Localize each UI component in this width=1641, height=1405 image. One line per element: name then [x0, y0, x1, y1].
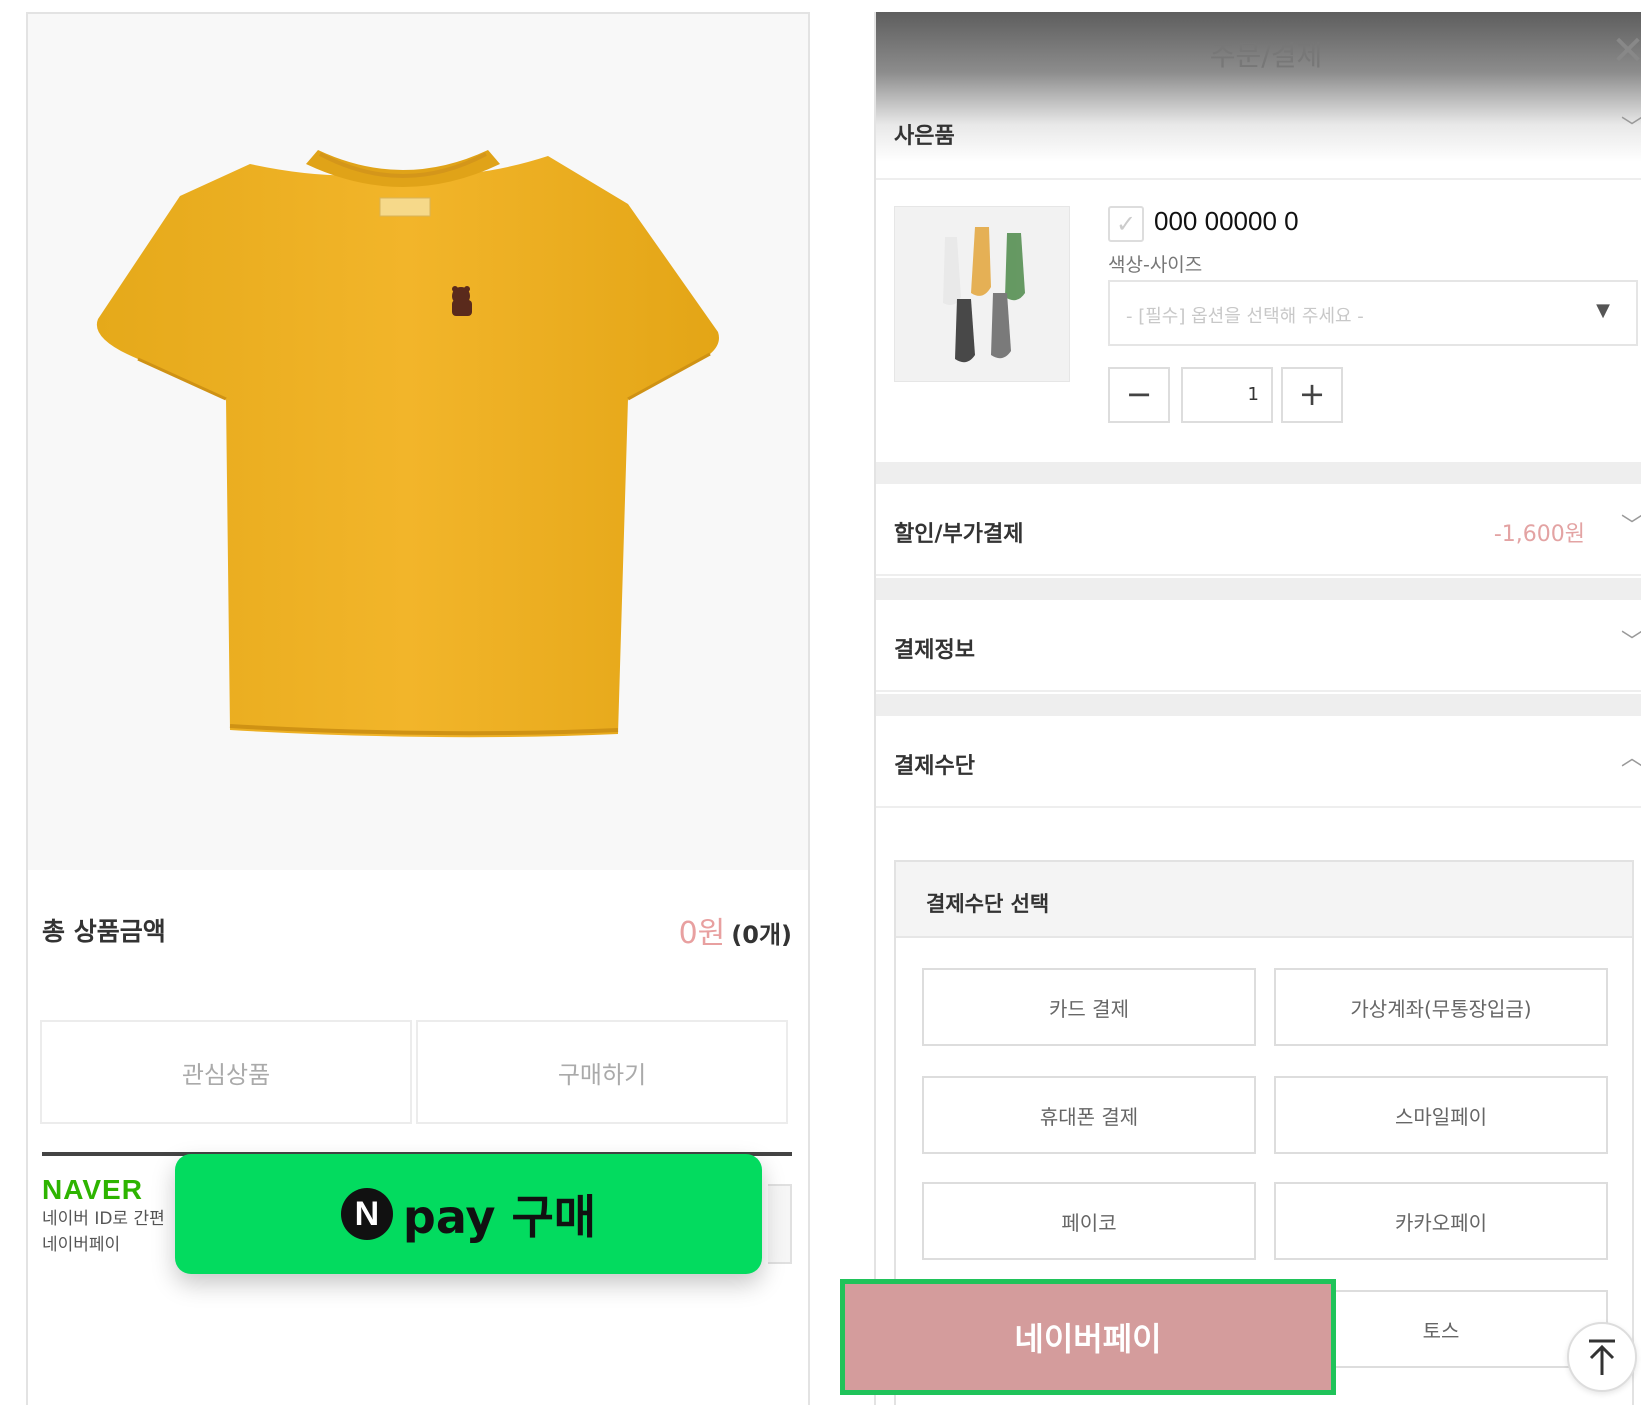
- method-virtual-account-button[interactable]: 가상계좌(무통장입금): [1274, 968, 1608, 1046]
- total-count: (0개): [731, 921, 792, 949]
- socks-image: [943, 227, 1025, 363]
- payment-method-box-head: 결제수단 선택: [896, 862, 1632, 938]
- section-payment-info-label: 결제정보: [894, 638, 975, 663]
- method-phone-button[interactable]: 휴대폰 결제: [922, 1076, 1256, 1154]
- total-price-value: 0원: [678, 916, 726, 951]
- npay-logo-icon: N: [340, 1188, 393, 1240]
- section-discount-label: 할인/부가결제: [894, 522, 1024, 547]
- quantity-minus-button[interactable]: −: [1108, 367, 1170, 423]
- discount-amount: -1,600원: [1493, 522, 1585, 547]
- section-payment-info[interactable]: 결제정보 ﹀: [876, 600, 1641, 692]
- gift-option-placeholder: - [필수] 옵션을 선택해 주세요 -: [1126, 306, 1364, 327]
- total-label: 총 상품금액: [42, 917, 166, 946]
- npay-label: pay 구매: [402, 1190, 597, 1244]
- gift-option-label: 색상-사이즈: [1108, 254, 1203, 276]
- caret-down-icon: ▼: [1596, 300, 1610, 321]
- section-separator: [876, 578, 1641, 600]
- order-title: 주문/결제: [1209, 39, 1323, 72]
- wishlist-button[interactable]: 관심상품: [40, 1020, 412, 1124]
- npay-purchase-button[interactable]: N pay 구매: [175, 1154, 762, 1274]
- gift-thumbnail: [894, 206, 1070, 382]
- bear-logo-icon: [452, 286, 472, 316]
- naver-desc-line1: 네이버 ID로 간편: [42, 1209, 165, 1229]
- product-image: [28, 14, 808, 870]
- order-panel: 주문/결제 ✕ 사은품 ﹀ ✓ 000 00000 0 색상-사이즈 - [필수…: [874, 12, 1641, 1405]
- total-price: 0원 (0개): [679, 908, 792, 952]
- close-icon[interactable]: ✕: [1603, 26, 1641, 76]
- yellow-tshirt-image: [96, 150, 719, 738]
- quantity-input[interactable]: 1: [1181, 367, 1273, 423]
- chevron-down-icon: ﹀: [1621, 116, 1641, 141]
- section-discount[interactable]: 할인/부가결제 -1,600원 ﹀: [876, 484, 1641, 576]
- method-card-button[interactable]: 카드 결제: [922, 968, 1256, 1046]
- section-payment-method-label: 결제수단: [894, 754, 975, 779]
- section-separator: [876, 462, 1641, 484]
- method-kakaopay-button[interactable]: 카카오페이: [1274, 1182, 1608, 1260]
- gift-checkbox[interactable]: ✓: [1108, 206, 1144, 242]
- scroll-top-button[interactable]: [1567, 1322, 1637, 1392]
- buy-button[interactable]: 구매하기: [416, 1020, 788, 1124]
- gift-option-select[interactable]: - [필수] 옵션을 선택해 주세요 - ▼: [1108, 280, 1638, 346]
- chevron-down-icon: ﹀: [1621, 630, 1641, 655]
- method-naverpay-button[interactable]: 네이버페이: [840, 1279, 1336, 1395]
- chevron-down-icon: ﹀: [1621, 514, 1641, 539]
- section-gift-label: 사은품: [894, 124, 955, 149]
- section-separator: [876, 694, 1641, 716]
- quantity-plus-button[interactable]: +: [1281, 367, 1343, 423]
- payment-method-box-title: 결제수단 선택: [926, 892, 1050, 916]
- section-payment-method[interactable]: 결제수단 ︿: [876, 716, 1641, 808]
- total-row: 총 상품금액 0원 (0개): [42, 904, 792, 964]
- gift-name: 000 00000 0: [1154, 206, 1299, 236]
- section-gift[interactable]: 사은품 ﹀: [876, 100, 1641, 180]
- naver-desc-line2: 네이버페이: [42, 1235, 121, 1255]
- method-smilepay-button[interactable]: 스마일페이: [1274, 1076, 1608, 1154]
- naver-checkout-edge: [768, 1184, 792, 1264]
- arrow-up-icon: [1589, 1339, 1615, 1375]
- method-payco-button[interactable]: 페이코: [922, 1182, 1256, 1260]
- chevron-up-icon: ︿: [1621, 746, 1641, 771]
